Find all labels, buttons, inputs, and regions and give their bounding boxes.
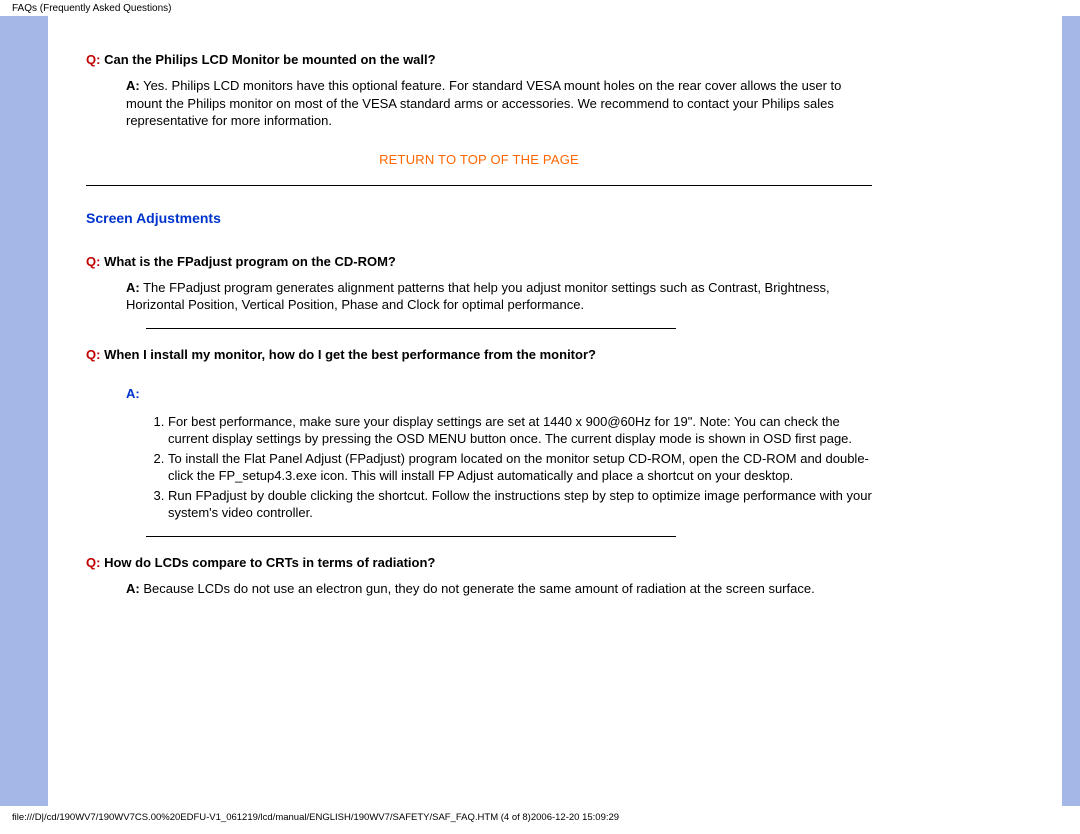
page-header-strip: FAQs (Frequently Asked Questions) — [0, 0, 1080, 16]
left-decorative-band — [0, 16, 48, 806]
list-item: To install the Flat Panel Adjust (FPadju… — [168, 450, 872, 485]
page-body: Q: Can the Philips LCD Monitor be mounte… — [0, 16, 1080, 806]
return-to-top-link[interactable]: RETURN TO TOP OF THE PAGE — [379, 152, 579, 167]
q-text: Can the Philips LCD Monitor be mounted o… — [104, 52, 436, 67]
content-wrap: Q: Can the Philips LCD Monitor be mounte… — [48, 16, 1062, 806]
faq-q3: Q: When I install my monitor, how do I g… — [86, 347, 872, 362]
footer-file-path: file:///D|/cd/190WV7/190WV7CS.00%20EDFU-… — [0, 806, 1080, 823]
q1-question-text: Can the Philips LCD Monitor be mounted o… — [104, 52, 436, 67]
divider-long — [86, 185, 872, 186]
faq-q4: Q: How do LCDs compare to CRTs in terms … — [86, 555, 872, 570]
a-label: A: — [126, 78, 140, 93]
a2-text: The FPadjust program generates alignment… — [126, 280, 830, 313]
q-label: Q: — [86, 52, 100, 67]
right-decorative-band — [1062, 16, 1080, 806]
list-item: Run FPadjust by double clicking the shor… — [168, 487, 872, 522]
q-text: What is the FPadjust program on the CD-R… — [104, 254, 396, 269]
faq-a1: A: Yes. Philips LCD monitors have this o… — [126, 77, 872, 130]
spacer — [86, 372, 872, 386]
faq-a2: A: The FPadjust program generates alignm… — [126, 279, 872, 314]
section-heading-screen-adjustments: Screen Adjustments — [86, 210, 872, 226]
a-label: A: — [126, 581, 140, 596]
q3-steps-list: For best performance, make sure your dis… — [146, 413, 872, 522]
divider-short — [146, 536, 676, 537]
q-text: When I install my monitor, how do I get … — [104, 347, 596, 362]
q-label: Q: — [86, 254, 100, 269]
q-label: Q: — [86, 555, 100, 570]
faq-q1: Q: Can the Philips LCD Monitor be mounte… — [86, 52, 872, 67]
q3-question-text: When I install my monitor, how do I get … — [104, 347, 596, 362]
return-to-top-wrap: RETURN TO TOP OF THE PAGE — [86, 152, 872, 167]
q4-question-text: How do LCDs compare to CRTs in terms of … — [104, 555, 435, 570]
content-inner: Q: Can the Philips LCD Monitor be mounte… — [48, 16, 1062, 806]
divider-short — [146, 328, 676, 329]
a-label-blue: A: — [126, 386, 872, 401]
q-text: How do LCDs compare to CRTs in terms of … — [104, 555, 435, 570]
a4-text: Because LCDs do not use an electron gun,… — [140, 581, 815, 596]
list-item: For best performance, make sure your dis… — [168, 413, 872, 448]
faq-a4: A: Because LCDs do not use an electron g… — [126, 580, 872, 598]
a-label: A: — [126, 280, 140, 295]
a1-text: Yes. Philips LCD monitors have this opti… — [126, 78, 841, 128]
faq-q2: Q: What is the FPadjust program on the C… — [86, 254, 872, 269]
q2-question-text: What is the FPadjust program on the CD-R… — [104, 254, 396, 269]
q-label: Q: — [86, 347, 100, 362]
